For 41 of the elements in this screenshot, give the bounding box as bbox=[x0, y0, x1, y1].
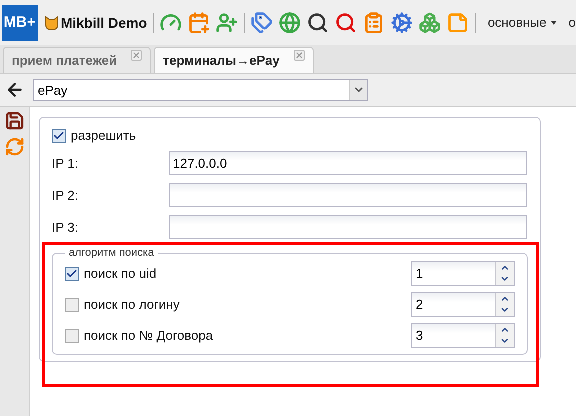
app-title: Mikbill Demo bbox=[60, 14, 148, 30]
checkbox[interactable] bbox=[65, 328, 79, 342]
ip-field[interactable] bbox=[169, 183, 527, 207]
app-logo[interactable]: MB+ bbox=[2, 4, 38, 40]
settings-icon[interactable] bbox=[391, 12, 414, 34]
search-icon[interactable] bbox=[307, 12, 330, 34]
ip-field[interactable] bbox=[169, 215, 527, 239]
field-label: IP 3: bbox=[52, 220, 80, 234]
tab[interactable]: прием платежей bbox=[3, 47, 152, 73]
checkbox-label: поиск по uid bbox=[84, 266, 157, 281]
refresh-icon[interactable] bbox=[4, 137, 24, 157]
tags-icon[interactable] bbox=[251, 12, 274, 34]
gauge-icon[interactable] bbox=[160, 12, 182, 34]
menu-item[interactable]: о bbox=[568, 15, 576, 30]
terminal-select[interactable]: ePay bbox=[33, 79, 368, 101]
clipboard-icon[interactable] bbox=[363, 12, 386, 34]
checkbox[interactable] bbox=[52, 128, 66, 142]
number-spinner[interactable]: 3 bbox=[411, 323, 515, 348]
back-icon[interactable] bbox=[5, 80, 25, 100]
menu-item[interactable]: основные bbox=[488, 15, 557, 30]
checkbox-label: поиск по логину bbox=[84, 297, 180, 312]
calendar-add-icon[interactable] bbox=[188, 12, 210, 34]
boxes-icon[interactable] bbox=[419, 12, 441, 34]
number-spinner[interactable]: 1 bbox=[411, 261, 515, 286]
close-icon[interactable] bbox=[131, 50, 142, 61]
field-label: IP 1: bbox=[52, 156, 80, 170]
checkbox-label: поиск по № Договора bbox=[84, 328, 214, 343]
checkbox[interactable] bbox=[65, 298, 79, 312]
checkbox[interactable] bbox=[65, 266, 79, 280]
group-legend: алгоритм поиска bbox=[65, 247, 158, 259]
close-icon[interactable] bbox=[294, 50, 305, 61]
save-icon[interactable] bbox=[4, 111, 24, 131]
number-spinner[interactable]: 2 bbox=[411, 292, 515, 317]
globe-icon[interactable] bbox=[279, 12, 302, 34]
sticky-note-icon[interactable] bbox=[446, 12, 469, 34]
field-label: IP 2: bbox=[52, 188, 80, 202]
cat-icon bbox=[44, 14, 60, 30]
ip-field[interactable]: 127.0.0.0 bbox=[169, 151, 527, 175]
checkbox-label: разрешить bbox=[71, 128, 136, 143]
tab[interactable]: терминалы→ePay bbox=[154, 47, 314, 73]
user-add-icon[interactable] bbox=[216, 12, 238, 34]
